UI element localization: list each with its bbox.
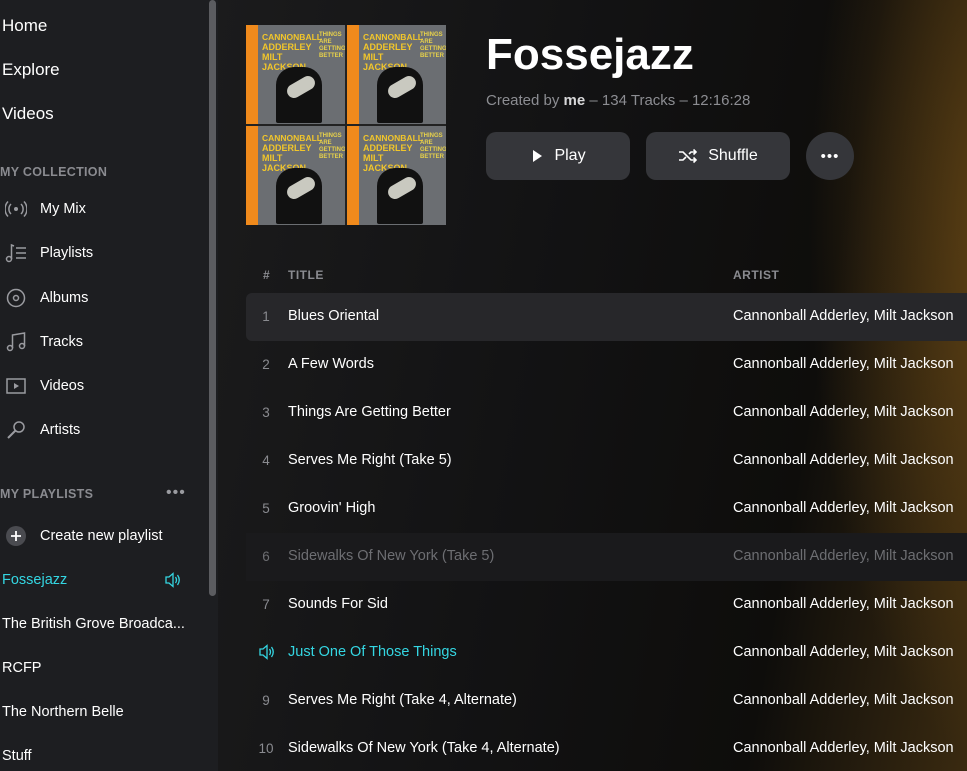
disc-icon: [2, 286, 30, 310]
plus-icon: [2, 524, 30, 548]
track-title[interactable]: Serves Me Right (Take 4, Alternate): [288, 692, 517, 708]
microphone-icon: [2, 418, 30, 442]
cover-tile: CANNONBALL ADDERLEY MILT JACKSON THINGS …: [246, 126, 345, 225]
track-title[interactable]: Serves Me Right (Take 5): [288, 452, 452, 468]
nav-home[interactable]: Home: [2, 16, 47, 36]
table-row[interactable]: 9 Serves Me Right (Take 4, Alternate) Ca…: [246, 677, 967, 725]
playlist-icon: [2, 241, 30, 265]
play-button[interactable]: Play: [486, 132, 630, 180]
playlists-heading: MY PLAYLISTS: [0, 487, 94, 501]
sidebar-item-label: Albums: [40, 290, 89, 306]
sidebar-item-albums[interactable]: Albums: [0, 283, 200, 313]
track-title[interactable]: Sidewalks Of New York (Take 5): [288, 548, 494, 564]
track-title[interactable]: Just One Of Those Things: [288, 644, 457, 660]
table-row[interactable]: 4 Serves Me Right (Take 5) Cannonball Ad…: [246, 437, 967, 485]
cover-tile: CANNONBALL ADDERLEY MILT JACKSON THINGS …: [347, 25, 446, 124]
playlist-item[interactable]: The British Grove Broadca...: [2, 616, 185, 632]
table-row[interactable]: 2 A Few Words Cannonball Adderley, Milt …: [246, 341, 967, 389]
playlist-view: CANNONBALL ADDERLEY MILT JACKSON THINGS …: [218, 0, 967, 771]
column-header-number: #: [263, 268, 271, 282]
cover-tile: CANNONBALL ADDERLEY MILT JACKSON THINGS …: [246, 25, 345, 124]
playlist-item[interactable]: The Northern Belle: [2, 704, 124, 720]
playlists-more-button[interactable]: •••: [166, 484, 186, 502]
create-playlist-button[interactable]: Create new playlist: [0, 521, 200, 551]
track-artist[interactable]: Cannonball Adderley, Milt Jackson: [733, 356, 954, 372]
track-artist[interactable]: Cannonball Adderley, Milt Jackson: [733, 692, 954, 708]
track-artist[interactable]: Cannonball Adderley, Milt Jackson: [733, 548, 954, 564]
track-title[interactable]: A Few Words: [288, 356, 374, 372]
music-note-icon: [2, 330, 30, 354]
track-title[interactable]: Blues Oriental: [288, 308, 379, 324]
nav-videos[interactable]: Videos: [2, 104, 54, 124]
sidebar-item-label: Videos: [40, 378, 85, 394]
table-row[interactable]: 10 Sidewalks Of New York (Take 4, Altern…: [246, 725, 967, 771]
sidebar-item-label: Tracks: [40, 334, 83, 350]
sidebar-item-label: Artists: [40, 422, 81, 438]
playlist-item-fossejazz[interactable]: Fossejazz: [2, 572, 67, 588]
column-header-title[interactable]: TITLE: [288, 268, 324, 282]
track-artist[interactable]: Cannonball Adderley, Milt Jackson: [733, 452, 954, 468]
sidebar-item-playlists[interactable]: Playlists: [0, 238, 200, 268]
cover-tile: CANNONBALL ADDERLEY MILT JACKSON THINGS …: [347, 126, 446, 225]
sidebar-item-artists[interactable]: Artists: [0, 415, 200, 445]
playlist-item[interactable]: RCFP: [2, 660, 41, 676]
sidebar-item-videos[interactable]: Videos: [0, 371, 200, 401]
track-artist[interactable]: Cannonball Adderley, Milt Jackson: [733, 308, 954, 324]
more-icon: •••: [820, 147, 840, 165]
track-artist[interactable]: Cannonball Adderley, Milt Jackson: [733, 644, 954, 660]
now-playing-icon: [258, 644, 276, 665]
track-title[interactable]: Sidewalks Of New York (Take 4, Alternate…: [288, 740, 560, 756]
track-artist[interactable]: Cannonball Adderley, Milt Jackson: [733, 740, 954, 756]
shuffle-button[interactable]: Shuffle: [646, 132, 790, 180]
track-artist[interactable]: Cannonball Adderley, Milt Jackson: [733, 404, 954, 420]
table-row[interactable]: 1 Blues Oriental Cannonball Adderley, Mi…: [246, 293, 967, 341]
collection-heading: MY COLLECTION: [0, 165, 108, 179]
table-row[interactable]: 6 Sidewalks Of New York (Take 5) Cannonb…: [246, 533, 967, 581]
track-title[interactable]: Things Are Getting Better: [288, 404, 451, 420]
speaker-icon: [164, 572, 182, 593]
table-row[interactable]: Just One Of Those Things Cannonball Adde…: [246, 629, 967, 677]
table-row[interactable]: 7 Sounds For Sid Cannonball Adderley, Mi…: [246, 581, 967, 629]
sidebar-item-label: Playlists: [40, 245, 94, 261]
nav-explore[interactable]: Explore: [2, 60, 60, 80]
playlist-meta: Created by me – 134 Tracks – 12:16:28: [486, 92, 751, 109]
creator-name[interactable]: me: [564, 92, 586, 109]
video-icon: [2, 374, 30, 398]
sidebar-item-tracks[interactable]: Tracks: [0, 327, 200, 357]
sidebar-item-label: My Mix: [40, 201, 86, 217]
sidebar-scrollbar-thumb[interactable]: [209, 0, 216, 596]
track-artist[interactable]: Cannonball Adderley, Milt Jackson: [733, 500, 954, 516]
track-title[interactable]: Groovin' High: [288, 500, 375, 516]
playlist-cover: CANNONBALL ADDERLEY MILT JACKSON THINGS …: [246, 25, 446, 225]
column-header-artist[interactable]: ARTIST: [733, 268, 779, 282]
shuffle-icon: [678, 148, 698, 164]
track-title[interactable]: Sounds For Sid: [288, 596, 388, 612]
playlist-item[interactable]: Stuff: [2, 748, 32, 764]
page-title: Fossejazz: [486, 30, 694, 79]
sidebar-item-my-mix[interactable]: My Mix: [0, 194, 200, 224]
table-row[interactable]: 5 Groovin' High Cannonball Adderley, Mil…: [246, 485, 967, 533]
more-options-button[interactable]: •••: [806, 132, 854, 180]
play-icon: [530, 149, 544, 163]
create-playlist-label: Create new playlist: [40, 528, 163, 544]
track-artist[interactable]: Cannonball Adderley, Milt Jackson: [733, 596, 954, 612]
sidebar: Home Explore Videos MY COLLECTION My Mix…: [0, 0, 208, 771]
table-row[interactable]: 3 Things Are Getting Better Cannonball A…: [246, 389, 967, 437]
broadcast-icon: [2, 197, 30, 221]
